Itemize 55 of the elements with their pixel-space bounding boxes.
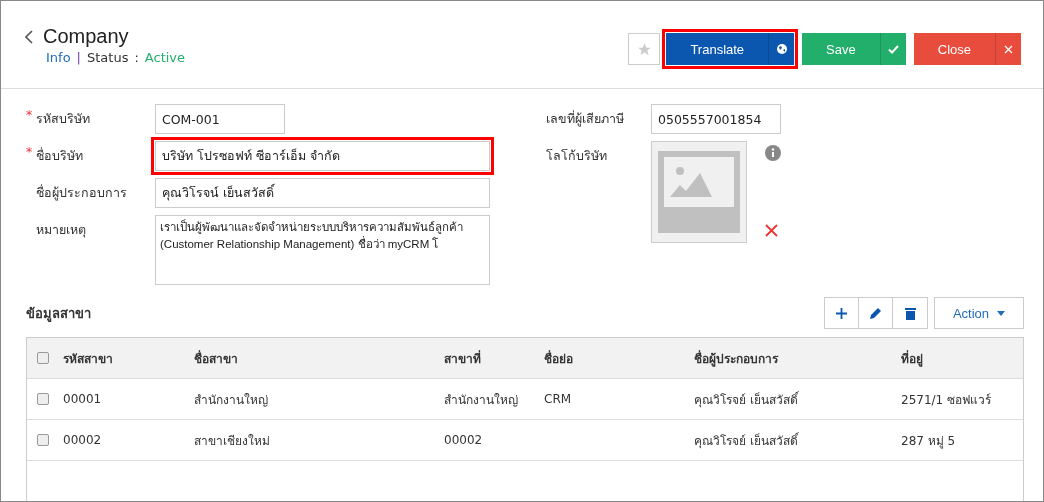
- required-mark: *: [26, 107, 33, 122]
- trash-icon: [904, 306, 916, 320]
- checkbox[interactable]: [37, 393, 49, 405]
- table-cell-text: 287 หมู่ 5: [901, 432, 957, 450]
- back-icon[interactable]: [25, 29, 33, 44]
- close-button[interactable]: Close: [913, 33, 1021, 65]
- plus-icon: [836, 307, 847, 319]
- field-label: ชื่อผู้ประกอบการ: [35, 183, 128, 203]
- translate-button[interactable]: Translate: [666, 33, 795, 65]
- column-header: ชื่อย่อ: [544, 349, 574, 368]
- page-title: Company: [43, 25, 129, 48]
- globe-icon: [776, 44, 787, 54]
- status-separator: :: [134, 50, 139, 65]
- input-field[interactable]: คุณวิโรจน์ เย็นสวัสดิ์: [155, 178, 490, 208]
- table-cell-text: สำนักงานใหญ่: [194, 391, 269, 409]
- required-mark: *: [26, 144, 33, 159]
- column-header: ที่อยู่: [901, 349, 924, 368]
- section-title: ข้อมูลสาขา: [26, 304, 91, 324]
- caret-icon: [997, 310, 1006, 316]
- checkbox[interactable]: [37, 352, 49, 364]
- column-header: ชื่อผู้ประกอบการ: [694, 349, 780, 368]
- table-cell-text: 00002: [444, 433, 484, 447]
- table-cell-text: 00001: [63, 392, 103, 406]
- table-cell-text: คุณวิโรจย์ เย็นสวัสดิ์: [694, 431, 800, 450]
- remove-icon[interactable]: [765, 224, 778, 237]
- status-value: Active: [144, 50, 186, 65]
- table-cell-text: คุณวิโรจย์ เย็นสวัสดิ์: [694, 390, 800, 409]
- table-cell-text: สาขาเชียงใหม่: [194, 432, 271, 450]
- action-dropdown[interactable]: Action: [934, 297, 1024, 329]
- field-label: * รหัสบริษัท: [26, 106, 91, 128]
- table-cell-text: 00002: [63, 433, 103, 447]
- pencil-icon: [869, 307, 882, 319]
- column-header: สาขาที่: [444, 349, 482, 368]
- table-cell-text: 2571/1 ซอฟแวร์: [901, 391, 993, 409]
- star-icon: [636, 41, 652, 57]
- field-label: หมายเหตุ: [35, 221, 87, 240]
- info-icon[interactable]: [765, 145, 781, 161]
- column-header: รหัสสาขา: [63, 350, 114, 368]
- field-label: * ชื่อบริษัท: [26, 143, 84, 165]
- status-label: Status: [87, 50, 129, 65]
- input-field[interactable]: บริษัท โปรซอฟท์ ซีอาร์เอ็ม จำกัด: [155, 141, 490, 171]
- check-icon: [887, 44, 899, 54]
- notes-field[interactable]: เราเป็นผู้พัฒนาและจัดจำหน่ายระบบบริหารความสัมพันธ์ลูกค้า (Customer Relationship Management) ชื่อว่า myCRM โ: [155, 215, 490, 285]
- field-label: โลโก้บริษัท: [545, 147, 608, 165]
- table-cell-text: สำนักงานใหญ่: [444, 391, 519, 409]
- close-icon: [1004, 44, 1013, 54]
- separator: |: [76, 50, 81, 65]
- input-field[interactable]: 0505557001854: [651, 104, 781, 134]
- input-field[interactable]: COM-001: [155, 104, 285, 134]
- column-header: ชื่อสาขา: [194, 349, 239, 368]
- field-label: เลขที่ผู้เสียภาษี: [545, 109, 625, 129]
- checkbox[interactable]: [37, 434, 49, 446]
- table-cell-text: CRM: [544, 392, 573, 406]
- info-link[interactable]: Info: [46, 50, 71, 65]
- image-icon: [658, 151, 740, 233]
